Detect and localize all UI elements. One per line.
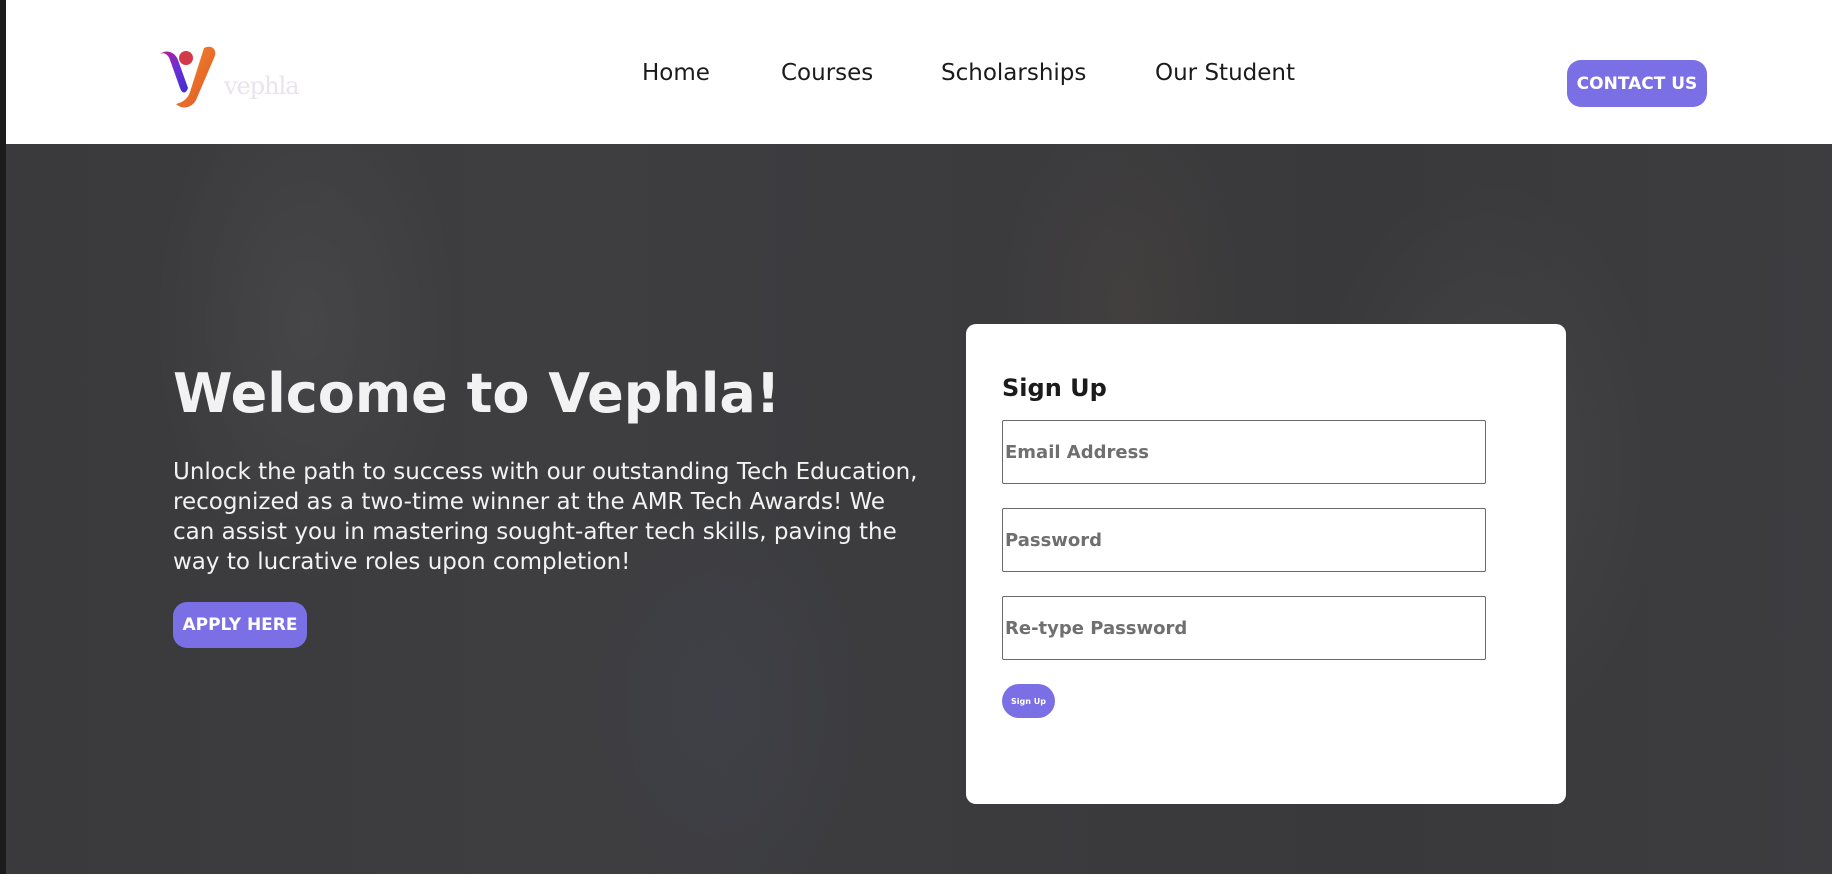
signup-title: Sign Up xyxy=(1002,374,1107,402)
email-field[interactable] xyxy=(1002,420,1486,484)
hero-section: Welcome to Vephla! Unlock the path to su… xyxy=(6,144,1832,874)
apply-here-button[interactable]: APPLY HERE xyxy=(173,602,307,648)
contact-us-button[interactable]: CONTACT US xyxy=(1567,60,1707,107)
main-nav: Home Courses Scholarships Our Student xyxy=(6,60,1832,92)
site-header: vephla Home Courses Scholarships Our Stu… xyxy=(6,0,1832,144)
nav-our-student-link[interactable]: Our Student xyxy=(1155,60,1295,86)
signup-card: Sign Up Sign Up xyxy=(966,324,1566,804)
nav-scholarships-link[interactable]: Scholarships xyxy=(941,60,1086,86)
sign-up-button[interactable]: Sign Up xyxy=(1002,684,1055,718)
retype-password-field[interactable] xyxy=(1002,596,1486,660)
nav-courses-link[interactable]: Courses xyxy=(781,60,873,86)
hero-description: Unlock the path to success with our outs… xyxy=(173,459,918,575)
nav-home-link[interactable]: Home xyxy=(642,60,710,86)
page-bottom-strip xyxy=(0,874,1832,879)
password-field[interactable] xyxy=(1002,508,1486,572)
hero-title: Welcome to Vephla! xyxy=(173,362,781,425)
